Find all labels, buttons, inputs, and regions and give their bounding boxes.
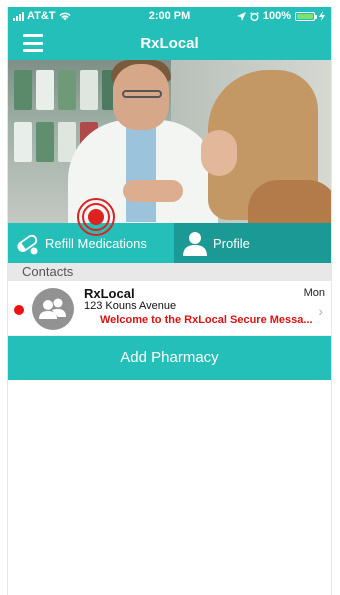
- contacts-section-header: Contacts: [8, 263, 331, 281]
- contact-row[interactable]: RxLocal 123 Kouns Avenue Welcome to the …: [8, 281, 331, 336]
- nav-bar: RxLocal: [8, 27, 331, 60]
- location-icon: [236, 11, 246, 21]
- record-indicator-icon: [77, 198, 115, 236]
- status-bar: AT&T 2:00 PM 100%: [8, 7, 331, 27]
- battery-icon: [295, 11, 317, 21]
- status-right: 100%: [236, 10, 325, 22]
- contact-last-message: Welcome to the RxLocal Secure Messa...: [100, 314, 313, 326]
- refill-label: Refill Medications: [45, 235, 147, 251]
- person-icon: [183, 232, 207, 256]
- alarm-icon: [249, 11, 259, 21]
- battery-level: [297, 13, 313, 19]
- app-screen: AT&T 2:00 PM 100% RxLocal Refill Medicat…: [7, 7, 332, 595]
- profile-label: Profile: [213, 235, 250, 251]
- contact-name: RxLocal: [84, 286, 135, 301]
- chevron-right-icon: ›: [318, 303, 323, 319]
- action-row: Refill Medications Profile: [8, 198, 331, 263]
- charging-icon: [319, 11, 325, 21]
- refill-medications-button[interactable]: Refill Medications: [8, 198, 174, 263]
- pill-icon: [17, 234, 38, 255]
- app-title: RxLocal: [140, 35, 199, 52]
- contact-timestamp: Mon: [303, 287, 325, 299]
- contact-address: 123 Kouns Avenue: [84, 300, 177, 312]
- unread-indicator: [14, 305, 24, 315]
- group-avatar-icon: [32, 288, 74, 330]
- hero-image: [8, 60, 331, 223]
- add-pharmacy-button[interactable]: Add Pharmacy: [8, 336, 331, 380]
- battery-percent: 100%: [262, 10, 291, 22]
- profile-button[interactable]: Profile: [174, 223, 331, 263]
